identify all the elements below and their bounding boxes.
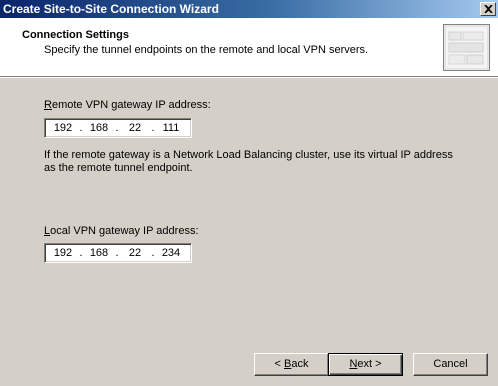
ip-separator: .: [151, 247, 155, 259]
ip-octet[interactable]: 22: [121, 247, 149, 259]
ip-octet[interactable]: 168: [85, 247, 113, 259]
ip-separator: .: [79, 122, 83, 134]
header-divider: [0, 77, 498, 78]
title-bar: Create Site-to-Site Connection Wizard: [0, 0, 498, 18]
cancel-button[interactable]: Cancel: [413, 353, 488, 376]
ip-octet[interactable]: 192: [49, 247, 77, 259]
ip-separator: .: [79, 247, 83, 259]
ip-octet[interactable]: 22: [121, 122, 149, 134]
help-text: If the remote gateway is a Network Load …: [44, 149, 453, 174]
ip-separator: .: [115, 247, 119, 259]
local-ip-label: Local VPN gateway IP address:: [44, 225, 199, 237]
page-subtitle: Specify the tunnel endpoints on the remo…: [44, 44, 369, 56]
ip-octet[interactable]: 111: [157, 122, 185, 134]
ip-octet[interactable]: 168: [85, 122, 113, 134]
ip-octet[interactable]: 234: [157, 247, 185, 259]
ip-separator: .: [115, 122, 119, 134]
next-button[interactable]: Next >: [328, 353, 403, 376]
window-title: Create Site-to-Site Connection Wizard: [3, 2, 219, 16]
ip-octet[interactable]: 192: [49, 122, 77, 134]
local-ip-input[interactable]: 192 . 168 . 22 . 234: [44, 243, 192, 263]
close-icon: [484, 5, 493, 13]
ip-separator: .: [151, 122, 155, 134]
wizard-header: Connection Settings Specify the tunnel e…: [0, 18, 498, 77]
remote-ip-label: Remote VPN gateway IP address:: [44, 99, 211, 111]
close-button[interactable]: [480, 2, 496, 16]
wizard-banner-icon: [443, 24, 490, 71]
remote-ip-input[interactable]: 192 . 168 . 22 . 111: [44, 118, 192, 138]
back-button[interactable]: < Back: [254, 353, 329, 376]
page-title: Connection Settings: [22, 29, 129, 41]
